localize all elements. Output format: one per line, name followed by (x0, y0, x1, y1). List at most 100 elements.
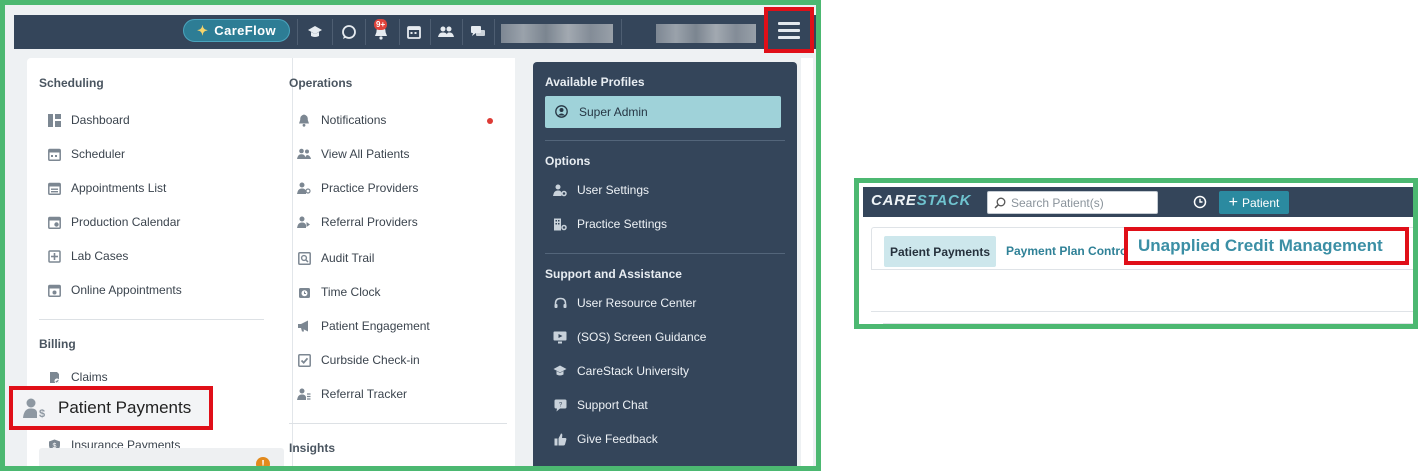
menu-item-label: User Settings (577, 183, 650, 197)
menu-item-scheduler[interactable]: Scheduler (47, 144, 125, 164)
top-navigation-bar: ✦ CareFlow 9+ (14, 15, 816, 49)
menu-item-give-feedback[interactable]: Give Feedback (553, 429, 658, 449)
hamburger-menu-button[interactable] (764, 7, 814, 53)
section-divider (289, 423, 507, 424)
menu-item-sos-screen-guidance[interactable]: (SOS) Screen Guidance (553, 327, 706, 347)
menu-item-production-calendar[interactable]: Production Calendar (47, 212, 180, 232)
menu-item-referral-tracker[interactable]: Referral Tracker (297, 384, 407, 404)
menu-item-view-all-patients[interactable]: View All Patients (297, 144, 410, 164)
menu-item-label: Curbside Check-in (321, 353, 420, 367)
add-patient-label: Patient (1241, 195, 1280, 210)
menu-item-carestack-university[interactable]: CareStack University (553, 361, 689, 381)
warning-icon: ! (256, 457, 270, 466)
menu-item-label: Give Feedback (577, 432, 658, 446)
clock-icon (297, 285, 311, 299)
megaphone-icon (297, 319, 311, 333)
menu-item-label: View All Patients (321, 147, 410, 161)
history-clock-icon[interactable] (1193, 195, 1207, 209)
billing-section-title: Billing (39, 337, 76, 351)
menu-item-time-clock[interactable]: Time Clock (297, 282, 381, 302)
search-patient-input[interactable]: Search Patient(s) (987, 191, 1158, 214)
menu-item-patient-payments-row[interactable] (39, 448, 284, 466)
section-divider (545, 253, 785, 254)
calendar-icon[interactable] (401, 20, 427, 44)
operations-section-title: Operations (289, 76, 353, 90)
menu-item-label: Patient Payments (58, 398, 192, 417)
menu-item-label: Support Chat (577, 398, 648, 412)
search-icon (994, 197, 1006, 209)
menu-item-support-chat[interactable]: ? Support Chat (553, 395, 648, 415)
menu-item-label: Audit Trail (321, 251, 375, 265)
available-profiles-title: Available Profiles (545, 75, 645, 89)
menu-item-patient-payments[interactable]: $ Patient Payments (9, 386, 213, 430)
menu-item-claims[interactable]: Claims (47, 367, 108, 387)
tab-payment-plan-control[interactable]: Payment Plan Control (1006, 244, 1131, 258)
support-title: Support and Assistance (545, 267, 682, 281)
redacted-practice-info (656, 24, 756, 43)
menu-item-label: Production Calendar (71, 215, 181, 229)
menu-item-appointments-list[interactable]: Appointments List (47, 178, 166, 198)
menu-item-label: (SOS) Screen Guidance (577, 330, 707, 344)
toolbar-divider (621, 19, 622, 45)
menu-item-label: Referral Tracker (321, 387, 408, 401)
tracker-icon (297, 387, 311, 401)
menu-item-online-appointments[interactable]: Online Appointments (47, 280, 182, 300)
toolbar-divider (494, 19, 495, 45)
logo-primary: CARE (871, 192, 917, 209)
profile-label: Super Admin (579, 105, 648, 119)
notification-count-badge: 9+ (374, 19, 388, 30)
menu-item-practice-settings[interactable]: Practice Settings (553, 214, 667, 234)
careflow-button[interactable]: ✦ CareFlow (183, 19, 290, 42)
chat-icon: ? (553, 398, 567, 412)
carestack-logo: CARESTACK (871, 192, 971, 209)
calendar-online-icon (47, 283, 61, 297)
scheduling-section-title: Scheduling (39, 76, 104, 90)
menu-item-label: Scheduler (71, 147, 126, 161)
menu-item-patient-engagement[interactable]: Patient Engagement (297, 316, 430, 336)
toolbar-divider (297, 19, 298, 45)
menu-line (778, 21, 800, 25)
profile-super-admin[interactable]: Super Admin (545, 96, 781, 128)
menu-line (778, 28, 800, 32)
careflow-label: CareFlow (214, 23, 276, 38)
insights-section-title: Insights (289, 441, 336, 455)
page-scroll-area (801, 58, 813, 466)
menu-item-user-settings[interactable]: User Settings (553, 180, 649, 200)
tab-label: Unapplied Credit Management (1138, 236, 1383, 255)
redacted-user-info (501, 24, 613, 43)
menu-item-practice-providers[interactable]: Practice Providers (297, 178, 418, 198)
graduation-cap-icon[interactable] (302, 20, 328, 44)
tab-unapplied-credit-management[interactable]: Unapplied Credit Management (1124, 227, 1409, 265)
headset-icon (553, 296, 567, 310)
menu-item-referral-providers[interactable]: Referral Providers (297, 212, 418, 232)
menu-item-curbside-check-in[interactable]: Curbside Check-in (297, 350, 420, 370)
comments-icon[interactable] (465, 20, 491, 44)
menu-line (778, 35, 800, 39)
add-patient-button[interactable]: + Patient (1219, 191, 1289, 214)
magic-wand-icon: ✦ (196, 22, 209, 38)
tab-patient-payments[interactable]: Patient Payments (884, 236, 996, 267)
content-panel-edge (883, 323, 1413, 324)
chat-bubble-icon[interactable] (336, 20, 362, 44)
menu-item-notifications[interactable]: Notifications (297, 110, 386, 130)
menu-item-label: Practice Settings (577, 217, 668, 231)
left-screenshot-panel: ✦ CareFlow 9+ Scheduling Dashboard Sched… (0, 0, 821, 471)
menu-item-label: Practice Providers (321, 181, 419, 195)
menu-item-label: User Resource Center (577, 296, 697, 310)
users-icon[interactable] (433, 20, 459, 44)
content-divider (871, 311, 1413, 312)
menu-item-label: Time Clock (321, 285, 381, 299)
menu-item-user-resource-center[interactable]: User Resource Center (553, 293, 696, 313)
section-divider (39, 319, 264, 320)
options-title: Options (545, 154, 591, 168)
referral-icon (297, 215, 311, 229)
menu-item-lab-cases[interactable]: Lab Cases (47, 246, 128, 266)
menu-item-dashboard[interactable]: Dashboard (47, 110, 130, 130)
profile-panel: Available Profiles Super Admin Options U… (533, 62, 797, 466)
menu-item-audit-trail[interactable]: Audit Trail (297, 248, 374, 268)
provider-icon (297, 181, 311, 195)
plus-icon: + (1228, 193, 1238, 211)
audit-icon (297, 251, 311, 265)
calendar-gear-icon (47, 215, 61, 229)
carestack-header-bar: CARESTACK Search Patient(s) + Patient (863, 187, 1413, 217)
